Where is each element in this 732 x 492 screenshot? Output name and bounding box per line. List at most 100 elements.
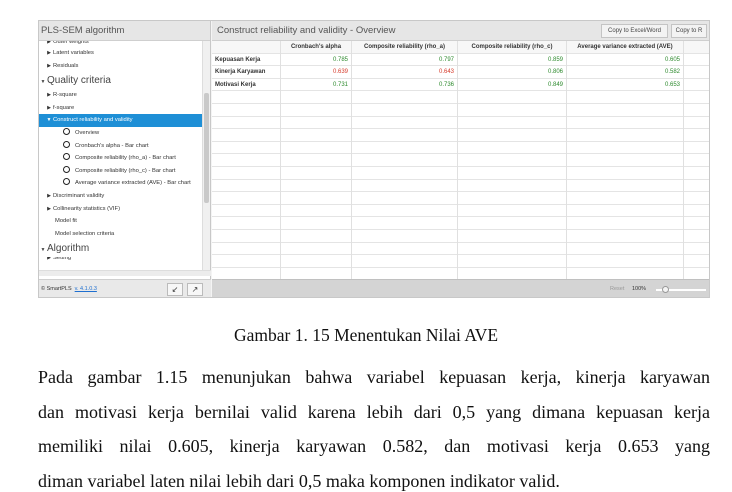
tree-item-label: Cronbach's alpha - Bar chart [75,142,149,149]
row-label: Kepuasan Kerja [212,53,281,67]
tree-vertical-scrollbar[interactable] [202,41,210,275]
table-cell-empty [458,217,567,230]
caret-right-icon[interactable]: ▶ [45,102,53,115]
table-cell-empty [212,242,281,256]
caret-right-icon[interactable]: ▶ [45,41,53,45]
tree-item[interactable]: Composite reliability (rho_c) - Bar char… [39,165,202,178]
table-cell-empty [212,217,281,230]
table-cell-empty [212,179,281,193]
copy-to-r-button[interactable]: Copy to R [671,24,707,38]
tree-horizontal-scrollbar[interactable] [39,270,211,276]
table-cell-empty [352,141,458,155]
tree-item-label: Setting [53,257,72,262]
left-footer: © SmartPLS v. 4.1.0.3 ↙ ↗ [39,279,211,297]
table-cell-empty [684,154,709,167]
tree-item[interactable]: ▼ Construct reliability and validity [39,114,202,127]
table-cell-empty [684,129,709,142]
tree-item-label: Collinearity statistics (VIF) [53,205,120,212]
table-row: Kepuasan Kerja 0.785 0.797 0.859 0.605 [212,53,709,67]
tree-item[interactable]: Cronbach's alpha - Bar chart [39,140,202,153]
table-cell-empty [352,192,458,205]
table-cell: 0.849 [458,78,567,92]
table-cell-empty [458,204,567,218]
tree-item[interactable]: Composite reliability (rho_a) - Bar char… [39,152,202,165]
column-header: Average variance extracted (AVE) [567,41,684,54]
caret-right-icon[interactable]: ▶ [45,60,53,73]
caret-right-icon[interactable]: ▶ [45,203,53,216]
table-cell-empty [212,192,281,205]
table-cell-empty [684,255,709,268]
table-cell-empty [684,91,709,104]
paragraph-line: diman variabel laten nilai lebih dari 0,… [38,470,560,491]
tree-item[interactable]: ▶ Residuals [39,60,202,73]
caret-right-icon[interactable]: ▶ [45,190,53,203]
table-cell-empty [567,192,684,205]
table-cell-empty [281,167,352,180]
left-panel-title: PLS-SEM algorithm [39,21,210,41]
version-link[interactable]: v. 4.1.0.3 [75,286,97,292]
table-cell-empty [281,230,352,243]
table-cell-empty [567,179,684,193]
table-cell-empty [212,230,281,243]
table-cell: 0.731 [281,78,352,92]
radio-circle-icon [63,165,70,173]
table-row: Motivasi Kerja 0.731 0.736 0.849 0.653 [212,78,709,92]
column-header: Cronbach's alpha [281,41,352,54]
tree-item[interactable]: ▶ Discriminant validity [39,190,202,203]
radio-circle-icon [63,140,70,148]
tree-item[interactable]: Model selection criteria [39,228,202,241]
table-cell: 0.785 [281,53,352,67]
expand-icon[interactable]: ↗ [187,283,203,296]
tree-item-label: Model selection criteria [55,230,115,237]
tree-item-label: Outer weights [53,41,89,45]
tree-item[interactable]: ▶ Collinearity statistics (VIF) [39,203,202,216]
zoom-slider-knob[interactable] [662,286,669,293]
results-table: Cronbach's alpha Composite reliability (r… [212,41,709,279]
table-cell-empty [281,204,352,218]
tree-item[interactable]: ▶ Latent variables [39,47,202,60]
smartpls-screenshot: PLS-SEM algorithm ▶ Outer weights ▶ Latent … [38,20,710,298]
table-cell-empty [352,267,458,279]
table-cell-empty [458,141,567,155]
zoom-slider[interactable] [656,286,706,293]
table-cell-empty [281,129,352,142]
caret-right-icon[interactable]: ▶ [45,89,53,102]
table-cell-empty [458,179,567,193]
tree-item[interactable]: Average variance extracted (AVE) - Bar c… [39,177,202,190]
table-row [212,141,709,155]
table-cell-empty [567,154,684,167]
caret-right-icon[interactable]: ▶ [45,257,53,261]
tree-item[interactable]: ▼ Algorithm [39,240,202,257]
tree-item[interactable]: Model fit [39,215,202,228]
table-cell-empty [684,243,709,256]
tree-item[interactable]: Overview [39,127,202,140]
body-paragraph: Pada gambar 1.15 menunjukan bahwa variab… [38,360,710,492]
tree-item-label: f-square [53,104,75,111]
caret-right-icon[interactable]: ▶ [45,47,53,60]
table-cell-empty [684,268,709,279]
tree-item-label: Composite reliability (rho_c) - Bar char… [75,167,176,174]
table-cell-empty [684,205,709,218]
caret-down-icon[interactable]: ▼ [45,114,53,127]
tree-item-label: Composite reliability (rho_a) - Bar char… [75,155,176,162]
table-row [212,167,709,180]
reset-button[interactable]: Reset [610,286,624,292]
tree-item-label: R-square [53,92,77,99]
tree-item[interactable]: ▼ Quality criteria [39,72,202,89]
table-cell-empty [352,242,458,256]
tree-item[interactable]: ▶ R-square [39,89,202,102]
table-cell-empty [458,242,567,256]
collapse-icon[interactable]: ↙ [167,283,183,296]
table-cell-empty [567,267,684,279]
table-cell-empty [567,167,684,180]
row-label: Kinerja Karyawan [212,66,281,79]
table-cell-empty [567,204,684,218]
table-row [212,267,709,279]
table-cell-empty [567,217,684,230]
copy-to-excel-button[interactable]: Copy to Excel/Word [601,24,668,38]
table-cell-empty [281,267,352,279]
tree-item[interactable]: ▶ f-square [39,102,202,115]
scroll-thumb[interactable] [204,93,209,203]
table-cell-empty [352,116,458,130]
tree-item[interactable]: ▶ Setting [39,257,202,263]
